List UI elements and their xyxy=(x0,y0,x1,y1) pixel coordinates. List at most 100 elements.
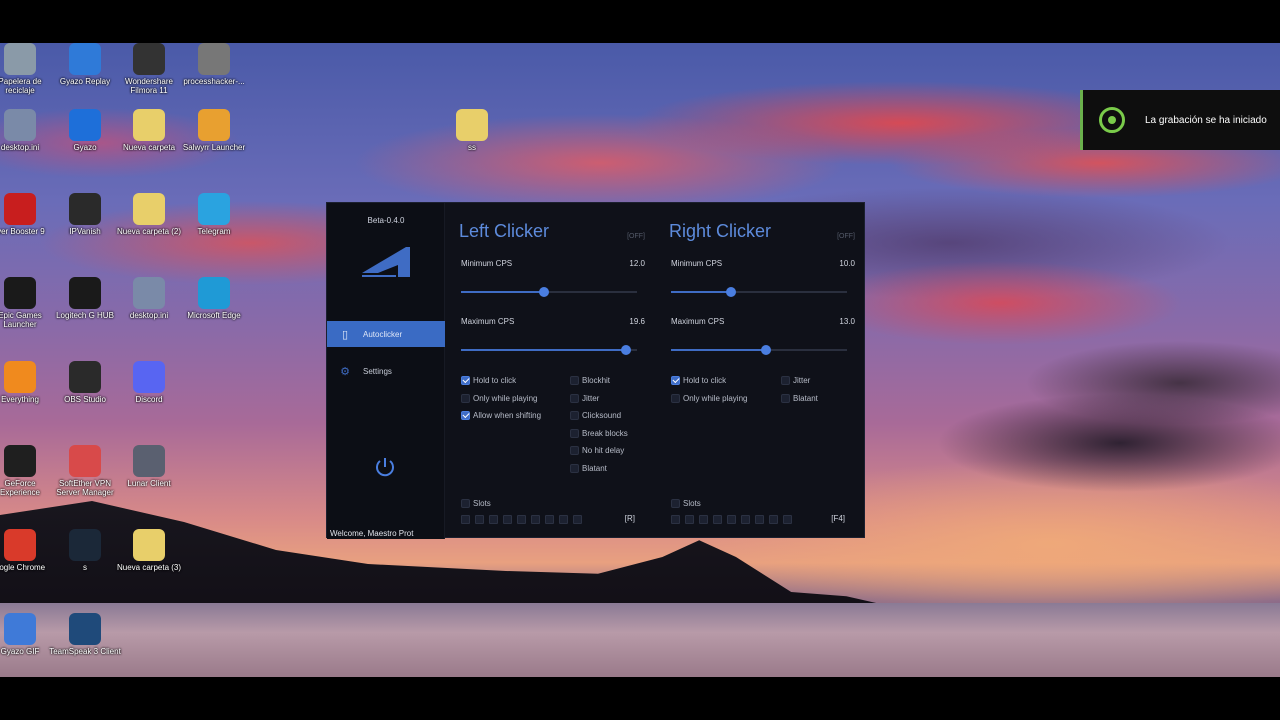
hotbar-slot[interactable] xyxy=(489,515,498,524)
keybind-button[interactable]: [R] xyxy=(625,514,635,523)
sidebar-item-label: Settings xyxy=(363,366,392,376)
slider-handle[interactable] xyxy=(538,287,549,297)
checkbox-box xyxy=(671,499,680,508)
slider-handle[interactable] xyxy=(761,345,772,355)
desktop-shortcut[interactable]: oogle Chrome xyxy=(0,529,56,572)
slider-handle[interactable] xyxy=(725,287,736,297)
mouse-icon: ▯ xyxy=(341,328,349,341)
desktop-shortcut[interactable]: GeForce Experience xyxy=(0,445,56,497)
recording-notification[interactable]: La grabación se ha iniciado xyxy=(1080,90,1280,150)
only-while-playing-checkbox[interactable]: Only while playing xyxy=(461,394,537,403)
desktop-shortcut[interactable]: iver Booster 9 xyxy=(0,193,56,236)
hotbar-slot[interactable] xyxy=(769,515,778,524)
desktop-shortcut[interactable]: IPVanish xyxy=(49,193,121,236)
desktop-shortcut[interactable]: Gyazo Replay xyxy=(49,43,121,86)
recording-icon xyxy=(1099,107,1125,133)
desktop-shortcut[interactable]: Gyazo GIF xyxy=(0,613,56,656)
blatant-checkbox[interactable]: Blatant xyxy=(781,394,818,403)
desktop-shortcut-label: TeamSpeak 3 Client xyxy=(49,647,121,656)
max-cps-slider[interactable] xyxy=(671,345,847,355)
hold-to-click-checkbox[interactable]: Hold to click xyxy=(671,376,726,385)
hotbar-slot[interactable] xyxy=(531,515,540,524)
min-cps-slider[interactable] xyxy=(461,287,637,297)
desktop-shortcut[interactable]: Telegram xyxy=(178,193,250,236)
checkbox-box xyxy=(570,376,579,385)
blockhit-checkbox[interactable]: Blockhit xyxy=(570,376,610,385)
desktop-shortcut[interactable]: s xyxy=(49,529,121,572)
checkbox-label: Blatant xyxy=(793,394,818,403)
desktop-shortcut-label: desktop.ini xyxy=(0,143,40,152)
slots-checkbox[interactable]: Slots xyxy=(461,499,491,508)
desktop-shortcut[interactable]: Nueva carpeta xyxy=(113,109,185,152)
sidebar-item-settings[interactable]: ⚙ Settings xyxy=(327,358,445,384)
checkbox-box xyxy=(461,376,470,385)
hotbar-slot[interactable] xyxy=(755,515,764,524)
desktop-shortcut[interactable]: Nueva carpeta (2) xyxy=(113,193,185,236)
hotbar-slot[interactable] xyxy=(461,515,470,524)
power-icon[interactable] xyxy=(373,455,397,479)
driver-booster-icon xyxy=(4,193,36,225)
hotbar-slot[interactable] xyxy=(727,515,736,524)
allow-when-shifting-checkbox[interactable]: Allow when shifting xyxy=(461,411,541,420)
toggle-state[interactable]: [OFF] xyxy=(627,233,645,240)
desktop-shortcut[interactable]: Everything xyxy=(0,361,56,404)
slider-handle[interactable] xyxy=(621,345,632,355)
desktop-shortcut[interactable]: Wondershare Filmora 11 xyxy=(113,43,185,95)
gyazo-gif-icon xyxy=(4,613,36,645)
desktop-shortcut[interactable]: processhacker-... xyxy=(178,43,250,86)
sidebar: Beta-0.4.0 ▯ Autoclicker ⚙ Settings Welc… xyxy=(327,203,445,539)
min-cps-slider[interactable] xyxy=(671,287,847,297)
sidebar-item-autoclicker[interactable]: ▯ Autoclicker xyxy=(327,321,445,347)
desktop-shortcut[interactable]: Papelera de reciclaje xyxy=(0,43,56,95)
clicksound-checkbox[interactable]: Clicksound xyxy=(570,411,621,420)
max-cps-label: Maximum CPS xyxy=(461,317,515,326)
desktop-shortcut[interactable]: Nueva carpeta (3) xyxy=(113,529,185,572)
hotbar-slot[interactable] xyxy=(741,515,750,524)
only-while-playing-checkbox[interactable]: Only while playing xyxy=(671,394,747,403)
hotbar-slot[interactable] xyxy=(713,515,722,524)
checkbox-label: Hold to click xyxy=(473,376,517,385)
max-cps-value: 13.0 xyxy=(839,317,855,326)
keybind-button[interactable]: [F4] xyxy=(831,514,845,523)
desktop-shortcut[interactable]: SoftEther VPN Server Manager xyxy=(49,445,121,497)
slider-fill xyxy=(461,291,544,293)
desktop-shortcut[interactable]: Epic Games Launcher xyxy=(0,277,56,329)
hotbar-slot[interactable] xyxy=(671,515,680,524)
max-cps-slider[interactable] xyxy=(461,345,637,355)
desktop-shortcut[interactable]: desktop.ini xyxy=(0,109,56,152)
lunar-client-icon xyxy=(133,445,165,477)
hotbar-slot[interactable] xyxy=(475,515,484,524)
hotbar-slot[interactable] xyxy=(685,515,694,524)
jitter-checkbox[interactable]: Jitter xyxy=(570,394,599,403)
desktop-shortcut[interactable]: OBS Studio xyxy=(49,361,121,404)
desktop-shortcut-label: Nueva carpeta xyxy=(122,143,176,152)
hotbar-slot[interactable] xyxy=(573,515,582,524)
jitter-checkbox[interactable]: Jitter xyxy=(781,376,810,385)
desktop-shortcut[interactable]: Discord xyxy=(113,361,185,404)
slots-checkbox[interactable]: Slots xyxy=(671,499,701,508)
folder-icon xyxy=(133,193,165,225)
desktop-shortcut[interactable]: Microsoft Edge xyxy=(178,277,250,320)
hotbar-slot[interactable] xyxy=(545,515,554,524)
hotbar-slot[interactable] xyxy=(503,515,512,524)
blatant-checkbox[interactable]: Blatant xyxy=(570,464,607,473)
min-cps-value: 12.0 xyxy=(629,259,645,268)
desktop-shortcut[interactable]: Salwyrr Launcher xyxy=(178,109,250,152)
hold-to-click-checkbox[interactable]: Hold to click xyxy=(461,376,516,385)
desktop-shortcut[interactable]: TeamSpeak 3 Client xyxy=(49,613,121,656)
hotbar-slot[interactable] xyxy=(783,515,792,524)
hotbar-slot[interactable] xyxy=(559,515,568,524)
break-blocks-checkbox[interactable]: Break blocks xyxy=(570,429,628,438)
checkbox-box xyxy=(570,411,579,420)
desktop-shortcut[interactable]: Logitech G HUB xyxy=(49,277,121,320)
hotbar-slot[interactable] xyxy=(699,515,708,524)
desktop-shortcut[interactable]: desktop.ini xyxy=(113,277,185,320)
telegram-icon xyxy=(198,193,230,225)
toggle-state[interactable]: [OFF] xyxy=(837,233,855,240)
no-hit-delay-checkbox[interactable]: No hit delay xyxy=(570,446,624,455)
desktop-shortcut[interactable]: ss xyxy=(436,109,508,152)
desktop-shortcut[interactable]: Lunar Client xyxy=(113,445,185,488)
logitech-icon xyxy=(69,277,101,309)
desktop-shortcut[interactable]: Gyazo xyxy=(49,109,121,152)
hotbar-slot[interactable] xyxy=(517,515,526,524)
